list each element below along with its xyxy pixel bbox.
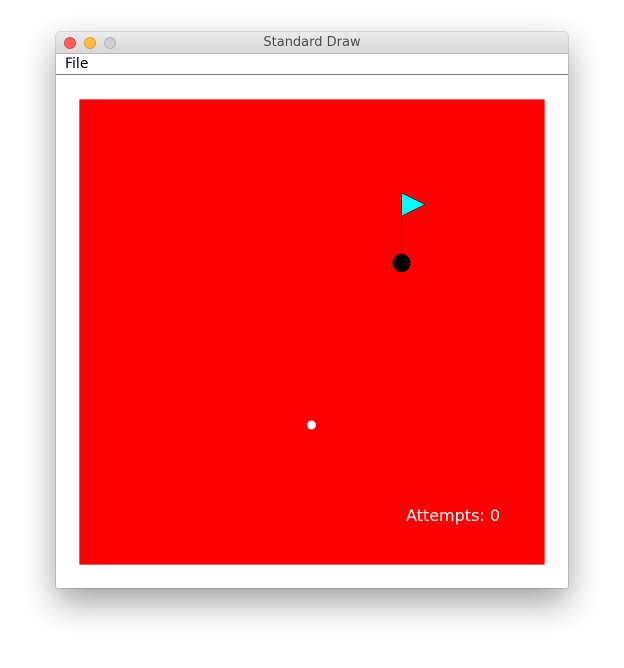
window-title: Standard Draw: [263, 35, 361, 50]
standard-draw-window: Standard Draw File Attempts: 0: [56, 32, 568, 588]
course-drawing: [79, 99, 545, 565]
menu-bar: File: [56, 54, 568, 75]
menu-file[interactable]: File: [65, 55, 88, 73]
hole: [392, 254, 411, 272]
game-canvas[interactable]: Attempts: 0: [79, 99, 545, 565]
title-bar[interactable]: Standard Draw: [56, 32, 568, 54]
golf-ball[interactable]: [307, 420, 316, 430]
course-background: [79, 99, 545, 565]
attempts-counter: Attempts: 0: [406, 506, 501, 525]
